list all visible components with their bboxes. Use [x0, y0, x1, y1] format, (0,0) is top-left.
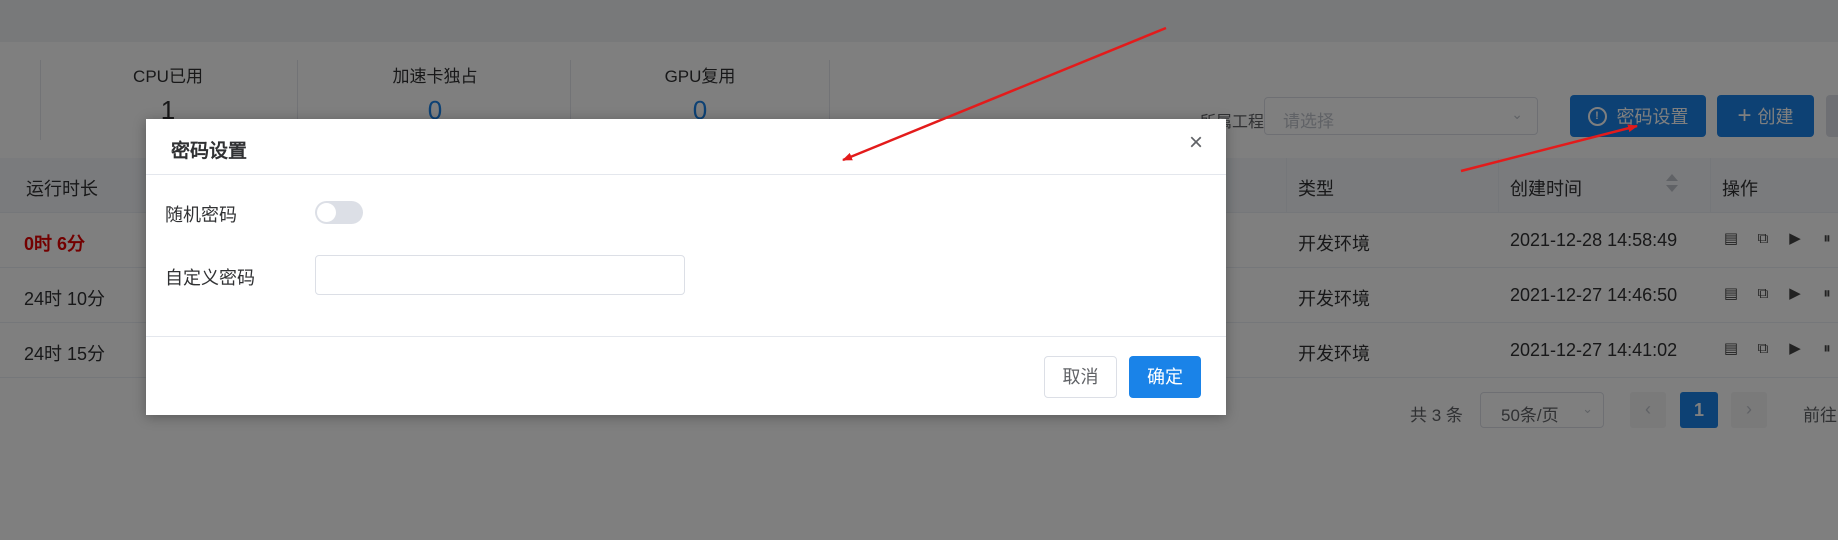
dialog-title: 密码设置	[171, 141, 248, 162]
password-settings-dialog: 密码设置 × 随机密码 自定义密码 取消 确定	[146, 119, 1226, 415]
random-password-toggle[interactable]	[315, 201, 363, 224]
confirm-button[interactable]: 确定	[1129, 356, 1201, 398]
cancel-button[interactable]: 取消	[1044, 356, 1117, 398]
dialog-header-divider	[146, 174, 1226, 175]
custom-password-input[interactable]	[315, 255, 685, 295]
custom-password-label: 自定义密码	[165, 268, 255, 288]
dialog-footer-divider	[146, 336, 1226, 337]
toggle-knob	[317, 203, 336, 222]
random-password-label: 随机密码	[165, 205, 237, 225]
close-icon[interactable]: ×	[1182, 129, 1210, 157]
